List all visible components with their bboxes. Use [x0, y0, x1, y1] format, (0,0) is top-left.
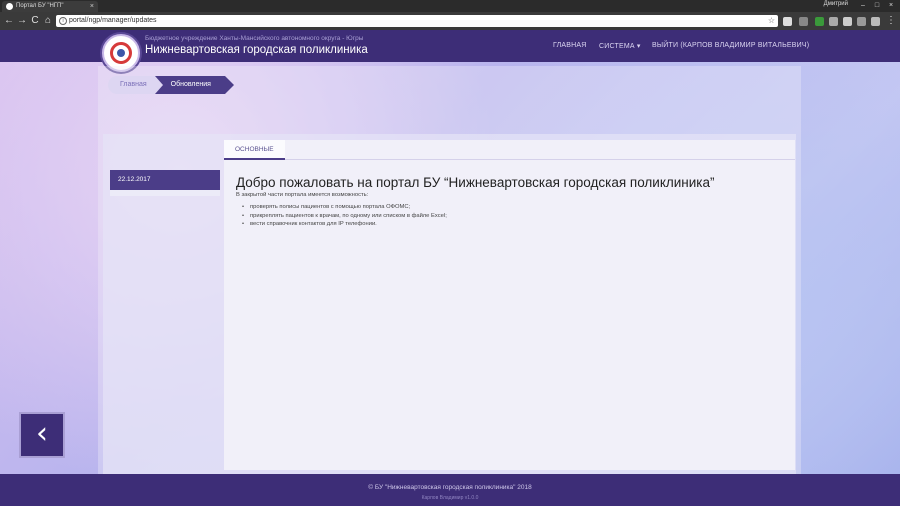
home-icon[interactable]: ⌂ [42, 15, 54, 27]
content-area: ОСНОВНЫЕ Добро пожаловать на портал БУ “… [224, 140, 795, 470]
site-title[interactable]: Нижневартовская городская поликлиника [145, 44, 368, 56]
nav-home-link[interactable]: ГЛАВНАЯ [553, 42, 587, 49]
content-panel: 22.12.2017 ОСНОВНЫЕ Добро пожаловать на … [103, 134, 796, 474]
organization-subtitle: Бюджетное учреждение Ханты-Мансийского а… [145, 35, 364, 42]
extension-icon[interactable] [829, 17, 838, 26]
list-item: проверять полисы пациентов с помощью пор… [242, 203, 447, 212]
extension-icon[interactable] [843, 17, 852, 26]
breadcrumb: Главная Обновления [108, 76, 235, 94]
browser-toolbar: ← → C ⌂ i portal/ngp/manager/updates ☆ ⋮ [0, 12, 900, 30]
extension-icon[interactable] [871, 17, 880, 26]
welcome-heading: Добро пожаловать на портал БУ “Нижневарт… [236, 175, 715, 190]
features-list: проверять полисы пациентов с помощью пор… [242, 203, 447, 229]
sidebar-item-date[interactable]: 22.12.2017 [110, 170, 220, 190]
site-favicon-icon [6, 3, 13, 10]
tab-close-icon[interactable]: × [90, 1, 94, 12]
address-bar[interactable]: i portal/ngp/manager/updates ☆ [56, 15, 778, 27]
url-text: portal/ngp/manager/updates [69, 17, 157, 24]
browser-menu-icon[interactable]: ⋮ [885, 15, 897, 27]
nav-logout-link[interactable]: ВЫЙТИ (КАРПОВ ВЛАДИМИР ВИТАЛЬЕВИЧ) [652, 42, 809, 49]
tab-title: Портал БУ "НГП" [16, 3, 64, 9]
page: Бюджетное учреждение Ханты-Мансийского а… [0, 30, 900, 506]
tab-bar: ОСНОВНЫЕ [224, 140, 795, 160]
browser-tab[interactable]: Портал БУ "НГП" × [2, 1, 98, 12]
extension-icon[interactable] [857, 17, 866, 26]
forward-arrow-icon[interactable]: → [16, 15, 28, 27]
footer-user-version: Карпов Владимир v1.0.0 [421, 495, 479, 501]
bookmark-star-icon[interactable]: ☆ [768, 15, 775, 27]
nav-system-dropdown[interactable]: СИСТЕМА ▾ [599, 42, 641, 50]
extension-icon[interactable] [783, 17, 792, 26]
profile-name[interactable]: Дмитрий [824, 1, 848, 7]
browser-tabstrip: Портал БУ "НГП" × Дмитрий – □ × [0, 0, 900, 12]
updates-sidebar: 22.12.2017 [110, 170, 220, 196]
site-footer: © БУ "Нижневартовская городская поликлин… [0, 474, 900, 506]
back-arrow-icon[interactable]: ← [3, 15, 15, 27]
window-close-icon[interactable]: × [884, 0, 898, 12]
list-item: прикреплять пациентов к врачам, по одном… [242, 212, 447, 221]
info-icon[interactable]: i [59, 17, 67, 25]
extension-icon[interactable] [815, 17, 824, 26]
main-container: Главная Обновления 22.12.2017 ОСНОВНЫЕ Д… [98, 66, 801, 506]
extension-icon[interactable] [799, 17, 808, 26]
copyright-text: © БУ "Нижневартовская городская поликлин… [368, 484, 532, 491]
tab-main[interactable]: ОСНОВНЫЕ [224, 140, 285, 160]
list-item: вести справочник контактов для IP телефо… [242, 220, 447, 229]
minimize-icon[interactable]: – [856, 0, 870, 12]
intro-text: В закрытой части портала имеется возможн… [236, 192, 369, 198]
breadcrumb-home[interactable]: Главная [108, 76, 163, 94]
back-button[interactable]: ‹ [19, 412, 65, 458]
maximize-icon[interactable]: □ [870, 0, 884, 12]
logo-center-icon [117, 49, 125, 57]
breadcrumb-current: Обновления [154, 76, 235, 94]
reload-icon[interactable]: C [29, 15, 41, 27]
